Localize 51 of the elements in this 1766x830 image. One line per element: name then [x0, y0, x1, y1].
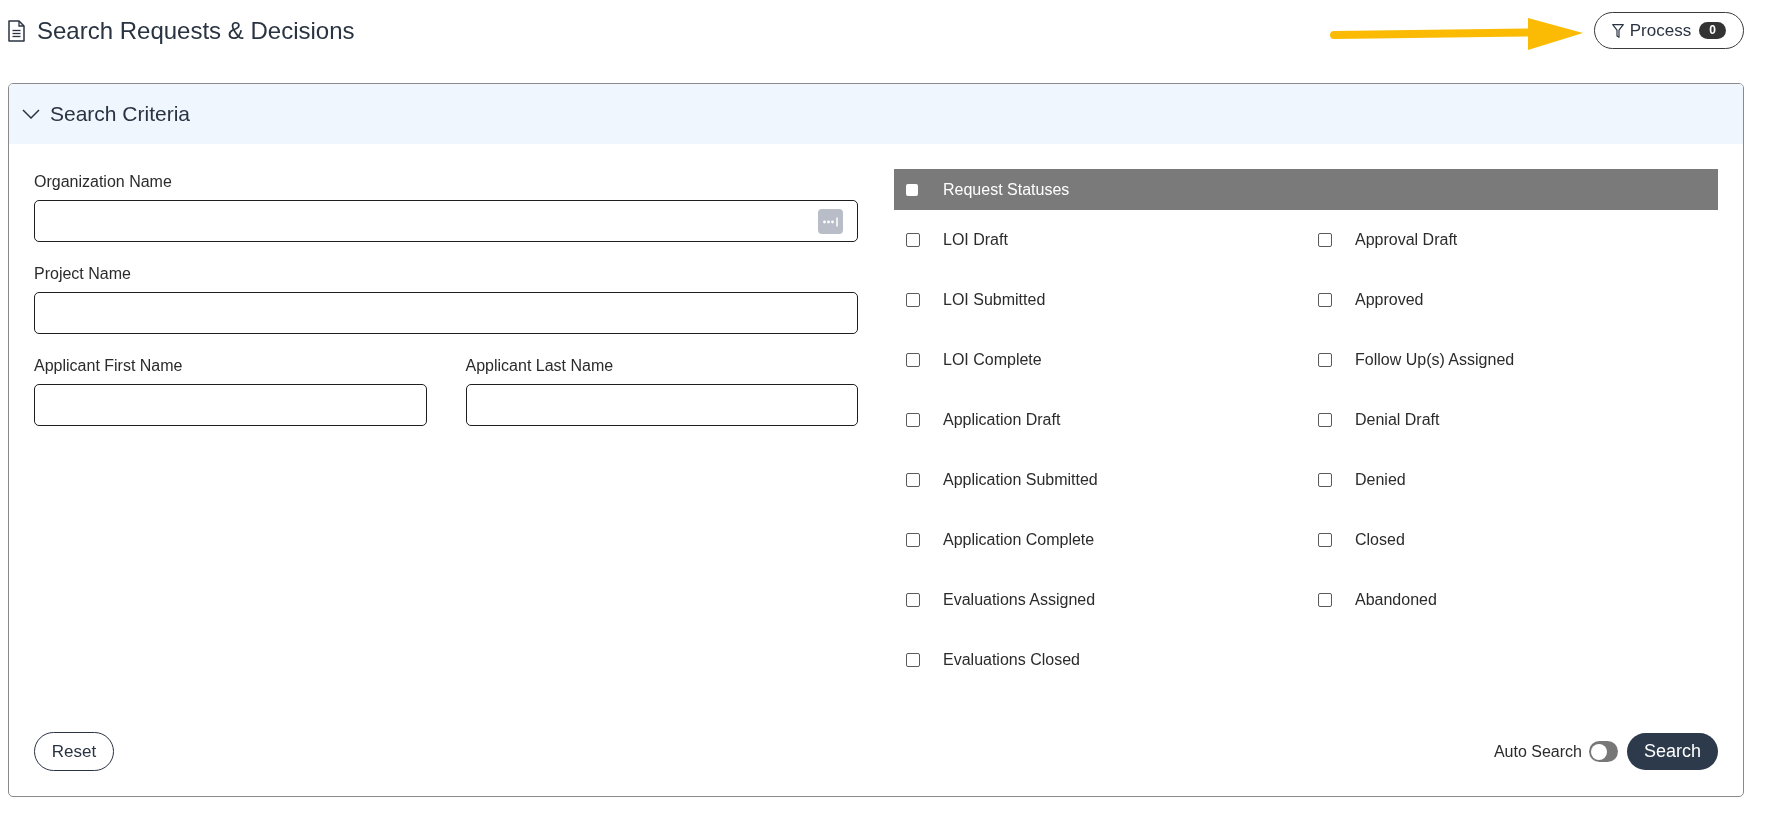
input-field[interactable] — [34, 384, 427, 426]
checkbox-label: Denied — [1355, 470, 1406, 490]
checkbox[interactable] — [906, 593, 920, 607]
checkbox[interactable] — [1318, 293, 1332, 307]
checkbox-label: Abandoned — [1355, 590, 1437, 610]
filter-icon — [1611, 23, 1624, 38]
checkbox[interactable] — [1318, 593, 1332, 607]
checkbox[interactable] — [1318, 533, 1332, 547]
input-field[interactable] — [34, 200, 858, 242]
accordion-header[interactable]: Search Criteria — [9, 84, 1743, 144]
field-label: Applicant Last Name — [465, 356, 614, 376]
search-button[interactable]: Search — [1627, 733, 1718, 770]
checkbox[interactable] — [1318, 353, 1332, 367]
checkbox-label: Evaluations Assigned — [943, 590, 1096, 610]
checkbox[interactable] — [906, 533, 920, 547]
checkbox[interactable] — [1318, 473, 1332, 487]
document-icon — [8, 19, 25, 42]
field-label: Organization Name — [34, 172, 172, 192]
checkbox-label: Denial Draft — [1355, 410, 1440, 430]
checkbox[interactable] — [906, 473, 920, 487]
process-button[interactable]: Process 0 — [1594, 12, 1744, 49]
field-label: Applicant First Name — [34, 356, 183, 376]
checkbox[interactable] — [906, 293, 920, 307]
count-badge: 0 — [1699, 22, 1727, 39]
checkbox[interactable] — [1318, 233, 1332, 247]
checkbox-label: LOI Draft — [943, 230, 1008, 250]
status-header-label: Request Statuses — [943, 179, 1070, 200]
checkbox-label: LOI Submitted — [943, 290, 1046, 310]
checkbox-label: Application Complete — [943, 530, 1095, 550]
checkbox[interactable] — [906, 233, 920, 247]
field-label: Project Name — [34, 264, 131, 284]
toggle-switch[interactable] — [1589, 741, 1618, 762]
select-all-checkbox[interactable] — [906, 183, 918, 196]
checkbox-label: Closed — [1355, 530, 1405, 550]
checkbox[interactable] — [906, 353, 920, 367]
checkbox[interactable] — [1318, 413, 1332, 427]
input-field[interactable] — [465, 384, 858, 426]
chevron-icon — [22, 109, 40, 119]
checkbox-label: Approval Draft — [1355, 230, 1458, 250]
checkbox[interactable] — [906, 413, 920, 427]
checkbox-label: Approved — [1355, 290, 1424, 310]
input-field[interactable] — [34, 292, 858, 334]
checkbox-label: Application Draft — [943, 410, 1061, 430]
checkbox-label: Evaluations Closed — [943, 650, 1080, 670]
page-title: Search Requests & Decisions — [37, 15, 355, 46]
reset-button[interactable]: Reset — [34, 732, 114, 771]
checkbox-label: Application Submitted — [943, 470, 1098, 490]
checkbox-label: Follow Up(s) Assigned — [1355, 350, 1515, 370]
checkbox[interactable] — [906, 653, 920, 667]
toggle-label: Auto Search — [1493, 741, 1582, 762]
checkbox-label: LOI Complete — [943, 350, 1042, 370]
